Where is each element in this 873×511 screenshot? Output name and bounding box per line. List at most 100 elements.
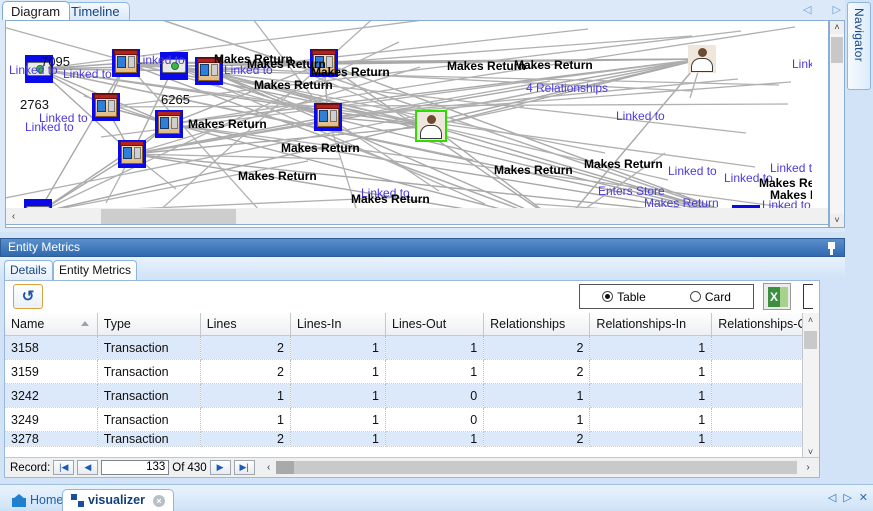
table-row[interactable]: 3249 Transaction 1 1 0 1 1	[5, 407, 819, 432]
table-cell[interactable]: 2	[200, 359, 291, 384]
record-last-button[interactable]: ▶|	[233, 460, 255, 475]
store-icon	[314, 103, 342, 131]
edge-label: Makes Return	[254, 78, 333, 92]
store-icon	[118, 140, 146, 168]
graph-canvas[interactable]: 7095 2763 6265 Linked to Linked to Linked to L…	[6, 21, 812, 211]
edge-label: Makes Return	[770, 188, 812, 202]
column-header-type[interactable]: Type	[97, 313, 201, 336]
table-cell[interactable]: 3158	[5, 335, 98, 360]
radio-card[interactable]: Card	[689, 290, 731, 304]
refresh-button[interactable]: ↺	[13, 284, 43, 309]
table-cell[interactable]: 1	[589, 335, 713, 360]
record-prev-button[interactable]: ◀	[77, 460, 99, 475]
edge-label: Linked to	[616, 109, 665, 123]
table-cell[interactable]: 2	[200, 335, 291, 360]
tab-diagram[interactable]: Diagram	[2, 1, 71, 20]
tab-next-icon[interactable]: ▷	[833, 4, 841, 16]
table-cell[interactable]: 0	[385, 407, 485, 432]
grid-hscroll-left-icon[interactable]: ‹	[262, 462, 276, 473]
tab-entity-metrics[interactable]: Entity Metrics	[53, 260, 138, 280]
excel-grid-glyph	[780, 287, 788, 307]
grid-vscrollbar[interactable]: ˄ ˅	[802, 313, 819, 459]
table-cell[interactable]: 1	[290, 383, 387, 408]
table-cell[interactable]: 1	[290, 431, 387, 447]
column-header-lines-out[interactable]: Lines-Out	[385, 313, 485, 336]
vscroll-down-icon[interactable]: ˅	[830, 214, 844, 227]
table-body: 3158 Transaction 2 1 1 2 1 3159 Transaction 2 1 1 2 1…	[5, 335, 819, 447]
table-cell[interactable]: Transaction	[97, 359, 201, 384]
graph-canvas-container[interactable]: 7095 2763 6265 Linked to Linked to Linked to L…	[5, 20, 829, 228]
metrics-grid[interactable]: Name Type Lines Lines-In Lines-Out Relationsh…	[5, 313, 819, 477]
taskbar-close-icon[interactable]: ✕	[859, 491, 868, 504]
table-row[interactable]: 3158 Transaction 2 1 1 2 1	[5, 335, 819, 360]
table-cell[interactable]: 0	[385, 383, 485, 408]
grid-hscroll-track[interactable]	[275, 461, 797, 474]
record-next-button[interactable]: ▶	[209, 460, 231, 475]
table-cell[interactable]: 1	[385, 431, 485, 447]
vscroll-thumb[interactable]	[831, 37, 843, 63]
tab-timeline[interactable]: Timeline	[62, 2, 130, 20]
tab-details[interactable]: Details	[4, 260, 53, 280]
hscroll-track[interactable]	[21, 208, 828, 224]
table-cell[interactable]: 1	[589, 431, 713, 447]
table-cell[interactable]: 1	[385, 359, 485, 384]
table-cell[interactable]: 1	[290, 359, 387, 384]
taskbar-prev-icon[interactable]: ◁	[828, 491, 836, 504]
table-cell[interactable]: 1	[589, 407, 713, 432]
table-cell[interactable]: 2	[483, 335, 591, 360]
excel-export-icon[interactable]: X	[763, 283, 791, 310]
pin-icon[interactable]	[826, 242, 837, 255]
table-cell[interactable]: 1	[483, 407, 591, 432]
export-secondary-button[interactable]	[803, 284, 813, 309]
edge-label: Makes Return	[238, 169, 317, 183]
table-cell[interactable]: 2	[483, 431, 591, 447]
grid-hscroll-thumb[interactable]	[275, 461, 294, 474]
table-row[interactable]: 3242 Transaction 1 1 0 1 1	[5, 383, 819, 408]
table-cell[interactable]: Transaction	[97, 335, 201, 360]
table-cell[interactable]: 1	[385, 335, 485, 360]
navigator-rail[interactable]: Navigator	[847, 2, 871, 90]
column-header-lines[interactable]: Lines	[200, 313, 291, 336]
table-cell[interactable]: 1	[483, 383, 591, 408]
diagram-tabstrip: Diagram Timeline ◁ ▷	[0, 0, 845, 20]
grid-hscroll-right-icon[interactable]: ›	[797, 462, 819, 473]
table-cell[interactable]: 1	[589, 383, 713, 408]
tab-prev-icon[interactable]: ◁	[803, 4, 811, 16]
table-cell[interactable]: Transaction	[97, 407, 201, 432]
store-icon	[155, 110, 183, 138]
table-cell[interactable]: Transaction	[97, 431, 201, 447]
table-cell[interactable]: 1	[589, 359, 713, 384]
table-cell[interactable]: 3159	[5, 359, 98, 384]
column-header-relationships-in[interactable]: Relationships-In	[589, 313, 713, 336]
table-cell[interactable]: 1	[290, 407, 387, 432]
column-header-lines-in[interactable]: Lines-In	[290, 313, 387, 336]
record-current-input[interactable]: 133	[101, 460, 170, 475]
column-header-relationships[interactable]: Relationships	[483, 313, 591, 336]
taskbar-next-icon[interactable]: ▷	[843, 491, 851, 504]
grid-hscrollbar[interactable]: ‹ ›	[261, 460, 819, 475]
grid-vscroll-thumb[interactable]	[804, 331, 817, 349]
record-first-button[interactable]: |◀	[53, 460, 75, 475]
grid-vscroll-up-icon[interactable]: ˄	[803, 313, 818, 327]
diagram-vscrollbar[interactable]: ˄ ˅	[829, 20, 845, 228]
table-cell[interactable]: 3249	[5, 407, 98, 432]
table-row[interactable]: 3159 Transaction 2 1 1 2 1	[5, 359, 819, 384]
table-cell[interactable]: 2	[200, 431, 291, 447]
table-cell[interactable]: 3278	[5, 431, 98, 447]
close-icon[interactable]: ×	[152, 494, 165, 507]
table-cell[interactable]: 1	[290, 335, 387, 360]
diagram-hscrollbar[interactable]: ‹	[5, 208, 829, 225]
table-cell[interactable]: 2	[483, 359, 591, 384]
hscroll-left-icon[interactable]: ‹	[6, 211, 21, 222]
table-cell[interactable]: Transaction	[97, 383, 201, 408]
hscroll-thumb[interactable]	[101, 208, 236, 224]
column-header-name[interactable]: Name	[5, 313, 98, 336]
table-row[interactable]: 3278 Transaction 2 1 1 2 1	[5, 431, 819, 447]
table-cell[interactable]: 1	[200, 407, 291, 432]
edge-label: Linked to	[770, 161, 812, 175]
table-cell[interactable]: 1	[200, 383, 291, 408]
radio-table[interactable]: Table	[602, 290, 646, 304]
table-cell[interactable]: 3242	[5, 383, 98, 408]
taskbar-tab-visualizer[interactable]: visualizer ×	[62, 489, 174, 511]
vscroll-up-icon[interactable]: ˄	[830, 21, 844, 34]
